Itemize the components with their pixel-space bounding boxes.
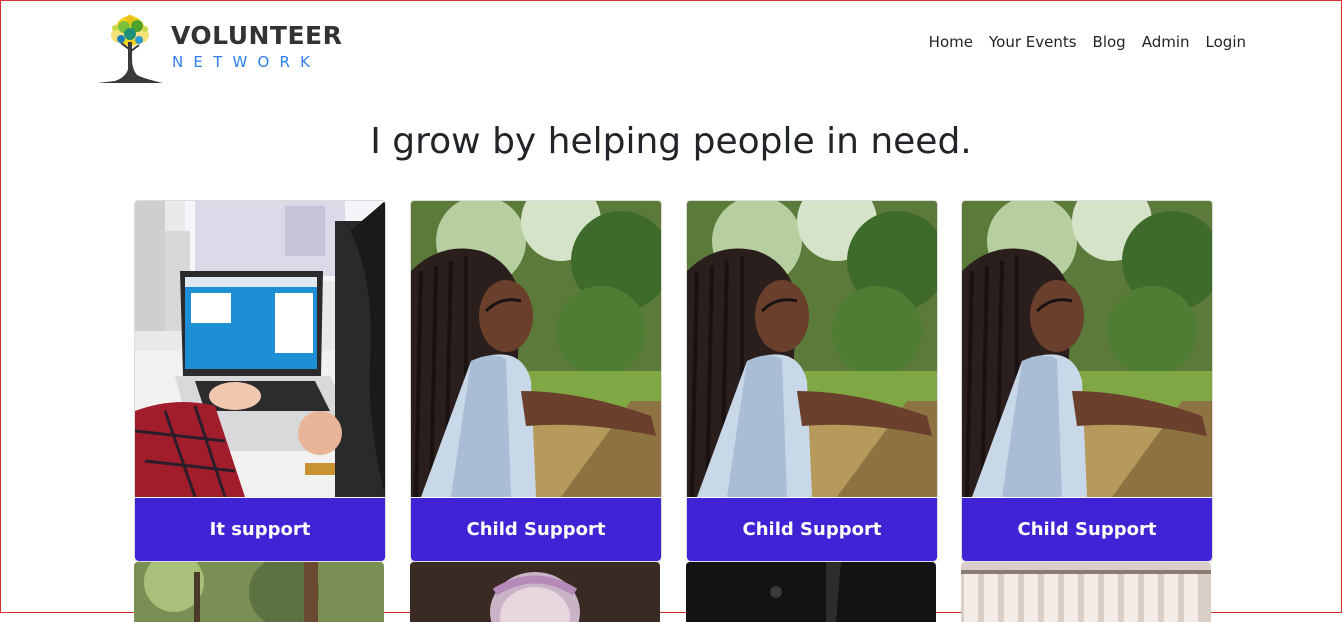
logo-subtitle: NETWORK (172, 53, 321, 71)
tree-logo-icon (97, 15, 163, 83)
card-image-laptop (135, 201, 385, 497)
card-label: Child Support (466, 519, 606, 540)
card-label: It support (209, 519, 311, 540)
card-image-clothes-rack (961, 562, 1211, 622)
nav-blog[interactable]: Blog (1093, 33, 1126, 51)
card-label-bar: Child Support (962, 498, 1212, 561)
card-label-bar: Child Support (687, 498, 937, 561)
event-card-partial[interactable] (134, 562, 384, 622)
card-image-dark (686, 562, 936, 622)
card-image-child (962, 201, 1212, 497)
logo-title: VOLUNTEER (171, 21, 343, 50)
nav-home[interactable]: Home (929, 33, 973, 51)
card-label: Child Support (1017, 519, 1157, 540)
event-card[interactable]: It support (134, 200, 386, 562)
event-card-grid: It support Child Support Child Support C… (134, 200, 1214, 622)
card-image-child (411, 201, 661, 497)
nav-your-events[interactable]: Your Events (989, 33, 1077, 51)
event-card[interactable]: Child Support (686, 200, 938, 562)
page-title: I grow by helping people in need. (370, 121, 972, 162)
event-card[interactable]: Child Support (410, 200, 662, 562)
event-card-partial[interactable] (410, 562, 660, 622)
card-image-child (687, 201, 937, 497)
card-image-child-headband (410, 562, 660, 622)
logo[interactable]: VOLUNTEER NETWORK (93, 9, 353, 85)
card-label-bar: It support (135, 498, 385, 561)
event-card-partial[interactable] (961, 562, 1211, 622)
card-label-bar: Child Support (411, 498, 661, 561)
card-image-forest (134, 562, 384, 622)
card-label: Child Support (742, 519, 882, 540)
event-card[interactable]: Child Support (961, 200, 1213, 562)
nav-login[interactable]: Login (1206, 33, 1246, 51)
nav-admin[interactable]: Admin (1142, 33, 1190, 51)
main-nav: Home Your Events Blog Admin Login (929, 33, 1246, 51)
event-card-partial[interactable] (686, 562, 936, 622)
